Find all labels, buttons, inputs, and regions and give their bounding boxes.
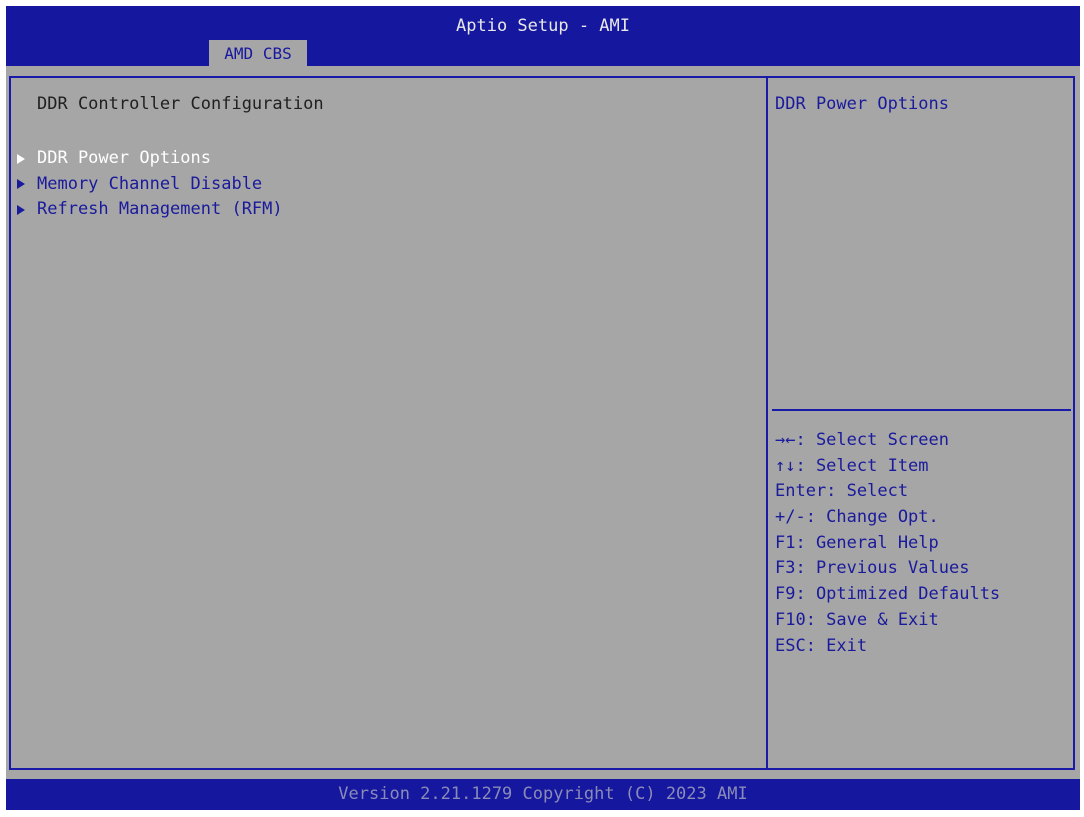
- menu-item-ddr-power-options[interactable]: DDR Power Options: [17, 146, 283, 172]
- key-hint-general-help: F1: General Help: [775, 532, 939, 553]
- main-frame: DDR Controller Configuration DDR Power O…: [9, 76, 1075, 770]
- settings-pane: DDR Controller Configuration DDR Power O…: [11, 78, 766, 768]
- menu-item-label: Memory Channel Disable: [37, 173, 263, 194]
- menu-item-memory-channel-disable[interactable]: Memory Channel Disable: [17, 172, 283, 198]
- key-hint-change-opt: +/-: Change Opt.: [775, 507, 939, 528]
- key-hint-select-screen: →←: Select Screen: [775, 430, 949, 450]
- menu-item-refresh-management[interactable]: Refresh Management (RFM): [17, 197, 283, 223]
- submenu-list: DDR Power Options Memory Channel Disable…: [17, 146, 283, 223]
- key-hint-select-item: ↑↓: Select Item: [775, 455, 929, 476]
- help-pane: DDR Power Options →←: Select Screen ↑↓: …: [768, 78, 1073, 768]
- app-title: Aptio Setup - AMI: [456, 16, 630, 36]
- key-hint-save-exit: F10: Save & Exit: [775, 609, 939, 630]
- key-hint-previous-values: F3: Previous Values: [775, 558, 970, 579]
- triangle-right-icon: [17, 179, 25, 190]
- section-title: DDR Controller Configuration: [37, 94, 324, 114]
- header-bar: Aptio Setup - AMI AMD CBS: [6, 6, 1080, 66]
- key-hint-optimized-defaults: F9: Optimized Defaults: [775, 584, 1001, 605]
- triangle-right-icon: [17, 204, 25, 215]
- key-hint-esc-exit: ESC: Exit: [775, 635, 868, 656]
- menu-item-label: Refresh Management (RFM): [37, 199, 283, 219]
- help-divider: [772, 409, 1071, 411]
- key-legend: →←: Select Screen ↑↓: Select Item Enter:…: [775, 428, 1000, 659]
- key-hint-enter: Enter: Select: [775, 481, 909, 502]
- menu-item-label: DDR Power Options: [37, 148, 211, 168]
- bios-screen: Aptio Setup - AMI AMD CBS DDR Controller…: [6, 6, 1080, 810]
- help-description: DDR Power Options: [775, 94, 949, 114]
- footer-bar: Version 2.21.1279 Copyright (C) 2023 AMI: [6, 779, 1080, 810]
- triangle-right-icon: [17, 153, 25, 164]
- version-text: Version 2.21.1279 Copyright (C) 2023 AMI: [338, 784, 748, 804]
- tab-amd-cbs[interactable]: AMD CBS: [209, 40, 307, 66]
